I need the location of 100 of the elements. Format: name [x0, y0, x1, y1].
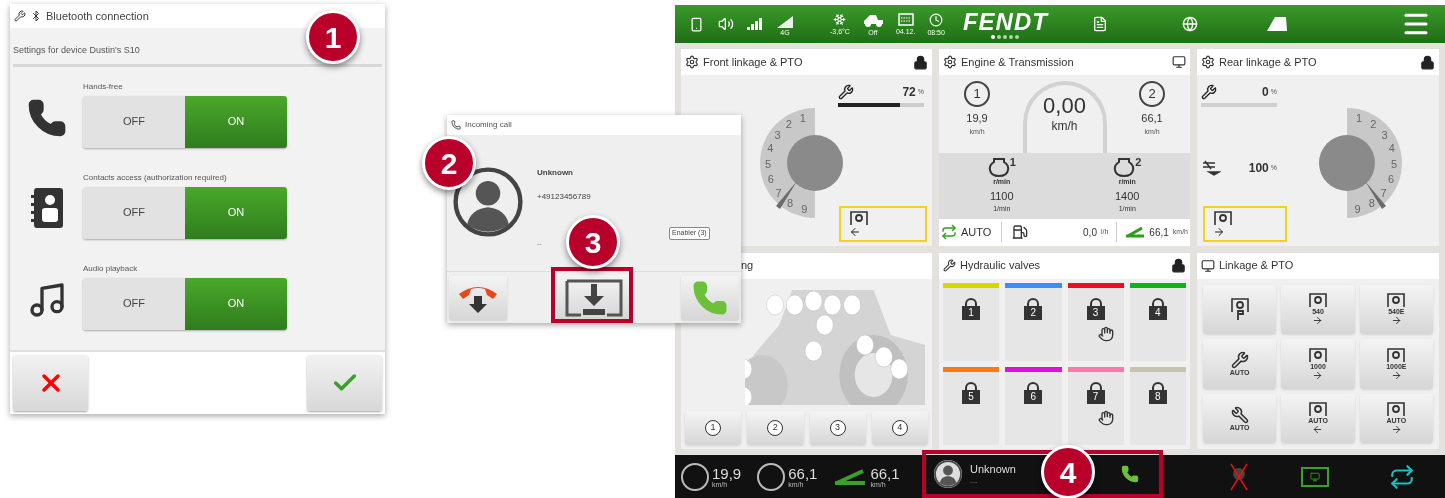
on-off-toggle[interactable]: OFF ON [83, 95, 287, 148]
window-title: Bluetooth connection [46, 8, 149, 24]
pto-flag-icon [1229, 297, 1250, 322]
decline-button[interactable] [449, 275, 507, 320]
dial-number: 1 [1356, 111, 1363, 124]
pto-button[interactable] [1203, 205, 1287, 242]
cancel-button[interactable] [13, 355, 88, 411]
lock-icon [1171, 258, 1186, 273]
speed-value: 0,00 [1043, 95, 1086, 117]
valve-tile[interactable]: 8 [1129, 366, 1186, 445]
dial-number: 3 [1381, 128, 1388, 141]
speed-value: 19,9 [712, 465, 742, 481]
off-option: OFF [83, 186, 185, 239]
light-group-button[interactable]: 3 [809, 411, 866, 445]
arrow-right-icon [1390, 315, 1402, 327]
valve-number: 2 [1024, 305, 1043, 320]
panel-title: Engine & Transmission [961, 54, 1074, 70]
pto-icon [1213, 209, 1233, 226]
arrow-right-icon [1312, 315, 1324, 327]
valve-tile[interactable]: 1 [943, 282, 1000, 361]
pto-icon [1308, 292, 1328, 309]
panel-title: Rear linkage & PTO [1219, 54, 1317, 70]
on-option: ON [185, 95, 287, 148]
snowflake-icon [833, 13, 847, 26]
contacts-book-icon [29, 186, 64, 229]
dial-number: 5 [764, 157, 772, 170]
volume-icon[interactable] [718, 16, 734, 32]
on-option: ON [185, 277, 287, 330]
panel-title: Hydraulic valves [960, 258, 1041, 274]
engine-index: 1 [1009, 157, 1016, 169]
slip-value: 100 [1248, 160, 1269, 177]
phone-icon [451, 120, 461, 130]
panel-title: ng [741, 258, 754, 274]
brand-logo: FENDT [962, 9, 1048, 34]
download-button[interactable] [557, 274, 631, 321]
phone-icon[interactable] [689, 16, 704, 32]
valve-number: 1 [962, 305, 981, 320]
light-group-button[interactable]: 1 [685, 411, 742, 445]
valve-number: 3 [1086, 305, 1105, 320]
valve-tile[interactable]: 4 [1129, 282, 1186, 361]
panel-title: Linkage & PTO [1219, 258, 1294, 274]
dial-needle [776, 181, 797, 209]
arrow-right-icon [1213, 225, 1225, 238]
light-group-button[interactable]: 2 [747, 411, 804, 445]
download-tray-icon [564, 277, 624, 318]
unit-label: km/h [1051, 118, 1078, 135]
valve-tile[interactable]: 6 [1005, 366, 1062, 445]
valve-tile[interactable]: 5 [943, 366, 1000, 445]
engine-index: 2 [1135, 157, 1142, 169]
wrench-icon [14, 10, 26, 22]
lock-icon [913, 54, 928, 70]
phone-number: +49123456789 [537, 191, 591, 203]
on-off-toggle[interactable]: OFF ON [83, 277, 287, 330]
pto-icon [1386, 346, 1407, 363]
dial-number: 5 [1390, 157, 1398, 170]
group-number: 2 [767, 420, 784, 436]
phone-icon [26, 97, 67, 138]
cruise-gauge-icon [757, 462, 786, 491]
auto-mode-icon [941, 224, 957, 241]
phone-icon [692, 279, 728, 316]
globe-icon[interactable] [1181, 16, 1198, 32]
avatar-icon [934, 460, 962, 488]
on-option: ON [185, 186, 287, 239]
device-subtitle: Settings for device Dustin's S10 [13, 44, 141, 57]
dial-number: 7 [775, 186, 782, 199]
group-number: 1 [705, 420, 722, 436]
pto-mode-button[interactable] [1203, 284, 1277, 334]
pto-icon [1308, 346, 1328, 363]
arrow-right-icon [1390, 369, 1402, 381]
document-icon[interactable] [1091, 16, 1108, 32]
dial-number: 2 [1370, 118, 1377, 131]
dial-number: 6 [1388, 173, 1395, 186]
valve-tile[interactable]: 2 [1005, 282, 1062, 361]
fuel-consumption: 0,0 [1083, 225, 1097, 240]
arrow-right-icon [1390, 424, 1402, 436]
pto-button[interactable] [839, 205, 927, 242]
engine-block-icon [1113, 157, 1136, 178]
pto-icon [1386, 401, 1407, 418]
dial-number: 8 [787, 196, 794, 209]
phone-icon[interactable] [1121, 465, 1139, 483]
light-group-button[interactable]: 4 [871, 411, 928, 445]
off-option: OFF [83, 95, 185, 148]
ut-icon[interactable] [1301, 466, 1329, 487]
valve-number: 5 [962, 389, 981, 404]
valve-tile[interactable]: 3 [1067, 282, 1124, 361]
ground-speed: 66,1 [1149, 225, 1169, 240]
option-label: Hands-free [83, 80, 124, 93]
arrow-left-icon [1312, 424, 1324, 436]
fuel-pump-icon [1012, 224, 1029, 241]
cruise-speed: 19,9 [966, 111, 988, 126]
on-off-toggle[interactable]: OFF ON [83, 186, 287, 239]
pto-icon [849, 209, 869, 226]
swap-icon[interactable] [1389, 463, 1415, 490]
linkage-position: 0 [1262, 84, 1269, 101]
arrow-left-icon [849, 225, 861, 238]
field-icon[interactable] [1265, 16, 1288, 32]
window-title: Incoming call [465, 119, 512, 131]
pto-icon [1308, 401, 1328, 418]
dial-number: 4 [767, 142, 774, 155]
valve-tile[interactable]: 7 [1067, 366, 1124, 445]
